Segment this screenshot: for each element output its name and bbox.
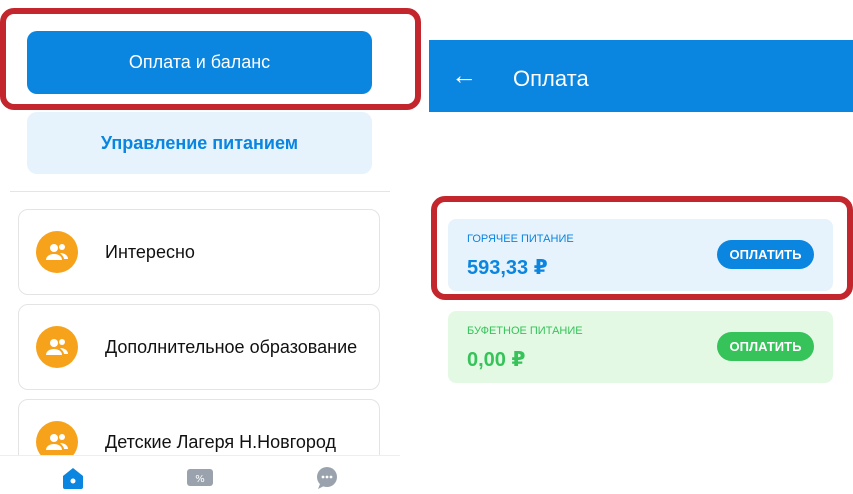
ticket-icon[interactable]: % — [186, 465, 214, 494]
buffet-meals-card: БУФЕТНОЕ ПИТАНИЕ 0,00 ₽ ОПЛАТИТЬ — [448, 311, 833, 383]
section-card-additional-education[interactable]: Дополнительное образование — [18, 304, 380, 390]
section-label: Дополнительное образование — [105, 336, 358, 357]
divider — [10, 191, 390, 192]
pay-button[interactable]: ОПЛАТИТЬ — [717, 240, 814, 269]
section-label: Детские Лагеря Н.Новгород — [105, 431, 337, 452]
left-panel: Оплата и баланс Управление питанием Инте… — [0, 0, 400, 494]
card-caption: БУФЕТНОЕ ПИТАНИЕ — [467, 325, 583, 337]
people-icon — [36, 231, 78, 273]
chat-icon[interactable] — [314, 465, 340, 494]
card-caption: ГОРЯЧЕЕ ПИТАНИЕ — [467, 233, 574, 245]
page-title: Оплата — [513, 66, 589, 91]
bottom-navigation: % — [0, 455, 400, 494]
card-amount: 593,33 ₽ — [467, 257, 548, 279]
status-bar — [429, 0, 853, 40]
right-panel: ← Оплата ГОРЯЧЕЕ ПИТАНИЕ 593,33 ₽ ОПЛАТИ… — [429, 0, 853, 494]
hot-meals-card: ГОРЯЧЕЕ ПИТАНИЕ 593,33 ₽ ОПЛАТИТЬ — [448, 219, 833, 291]
back-arrow-icon[interactable]: ← — [451, 62, 477, 88]
app-bar: ← Оплата — [429, 40, 853, 112]
payment-balance-button[interactable]: Оплата и баланс — [27, 31, 372, 94]
pay-button[interactable]: ОПЛАТИТЬ — [717, 332, 814, 361]
section-label: Интересно — [105, 241, 195, 262]
card-amount: 0,00 ₽ — [467, 349, 526, 371]
home-icon[interactable] — [60, 465, 86, 494]
section-card-interesting[interactable]: Интересно — [18, 209, 380, 295]
people-icon — [36, 326, 78, 368]
food-management-button[interactable]: Управление питанием — [27, 112, 372, 174]
svg-text:%: % — [195, 474, 205, 485]
